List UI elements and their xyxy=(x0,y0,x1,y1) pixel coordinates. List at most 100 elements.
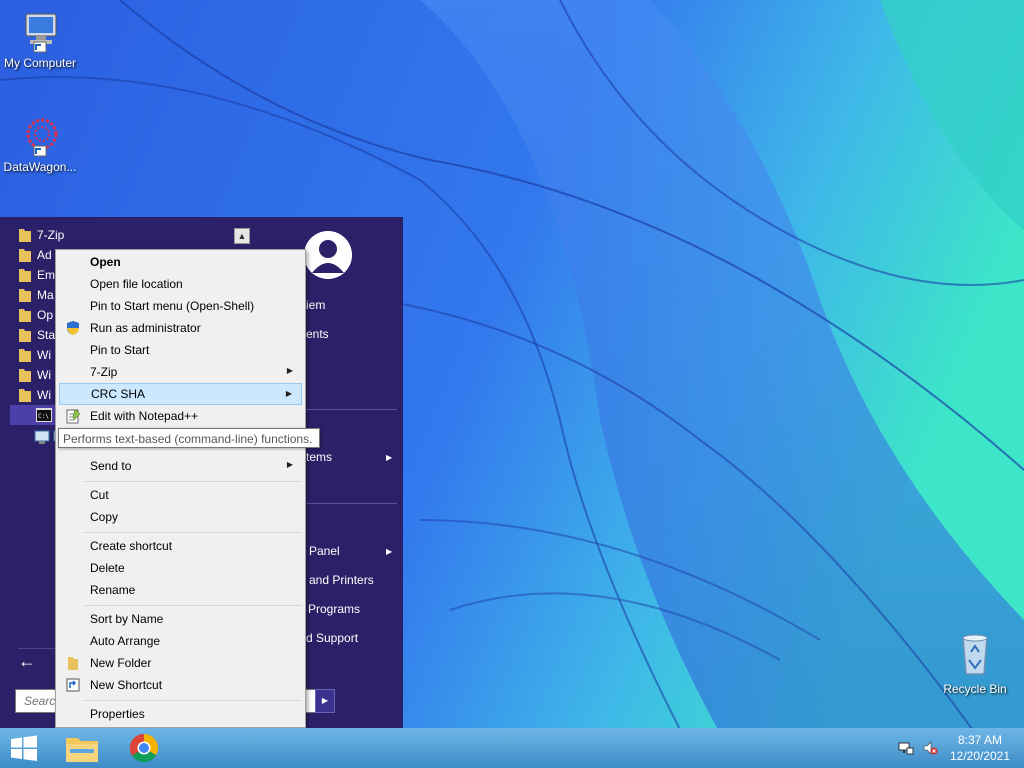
taskbar-clock[interactable]: 8:37 AM 12/20/2021 xyxy=(944,732,1016,764)
menu-item-label: Sort by Name xyxy=(90,612,164,626)
menu-item-edit-with-notepadpp[interactable]: Edit with Notepad++ xyxy=(59,405,302,427)
menu-item-label: Open xyxy=(90,255,121,269)
menu-separator xyxy=(84,481,302,482)
menu-item-label: Rename xyxy=(90,583,136,597)
program-label: Op xyxy=(37,308,54,322)
folder-icon xyxy=(19,229,31,242)
desktop-icon-label: DataWagon... xyxy=(3,160,77,174)
menu-item-pin-to-start-menu-openshell[interactable]: Pin to Start menu (Open-Shell) xyxy=(59,295,302,317)
menu-item-new-folder[interactable]: New Folder xyxy=(59,652,302,674)
right-item-control-panel[interactable]: Panel xyxy=(309,544,340,558)
desktop-icon-label: Recycle Bin xyxy=(943,682,1007,696)
command-prompt-icon: C:\ xyxy=(36,408,52,422)
right-item-user[interactable]: iem xyxy=(306,298,325,312)
file-explorer-icon xyxy=(66,738,98,762)
program-label: Ad xyxy=(37,248,52,262)
taskbar-file-explorer[interactable] xyxy=(58,730,106,766)
folder-icon xyxy=(19,389,31,402)
menu-item-new-shortcut[interactable]: New Shortcut xyxy=(59,674,302,696)
submenu-arrow-icon: ▶ xyxy=(386,453,393,462)
right-item-documents[interactable]: ents xyxy=(306,327,329,341)
right-item-recent-items[interactable]: tems xyxy=(306,450,332,464)
shield-icon xyxy=(67,321,79,335)
folder-icon xyxy=(68,657,78,670)
program-label: Sta xyxy=(37,328,56,342)
menu-item-sort-by-name[interactable]: Sort by Name xyxy=(59,608,302,630)
program-label: Wi xyxy=(37,368,51,382)
folder-icon xyxy=(19,309,31,322)
folder-icon xyxy=(19,329,31,342)
submenu-arrow-icon: ▶ xyxy=(286,366,293,375)
menu-separator xyxy=(84,532,302,533)
folder-icon xyxy=(19,269,31,282)
tooltip: Performs text-based (command-line) funct… xyxy=(58,428,320,448)
submenu-arrow-icon: ▶ xyxy=(286,460,293,469)
datawagon-icon xyxy=(26,118,58,157)
folder-icon xyxy=(19,249,31,262)
menu-item-label: Cut xyxy=(90,488,109,502)
menu-item-pin-to-start[interactable]: Pin to Start xyxy=(59,339,302,361)
menu-item-label: 7-Zip xyxy=(90,365,118,379)
remote-desktop-icon[interactable] xyxy=(34,429,50,445)
taskbar-chrome[interactable] xyxy=(120,730,168,766)
user-avatar[interactable] xyxy=(304,231,352,279)
menu-item-open[interactable]: Open xyxy=(59,251,302,273)
menu-item-label: Delete xyxy=(90,561,125,575)
menu-item-properties[interactable]: Properties xyxy=(59,703,302,725)
program-label: Em xyxy=(37,268,55,282)
menu-item-copy[interactable]: Copy xyxy=(59,506,302,528)
desktop-icon-recycle-bin[interactable]: Recycle Bin xyxy=(935,630,1015,696)
menu-item-run-as-administrator[interactable]: Run as administrator xyxy=(59,317,302,339)
right-item-default-programs[interactable]: Programs xyxy=(308,602,360,616)
menu-item-open-file-location[interactable]: Open file location xyxy=(59,273,302,295)
submenu-arrow-icon: ▶ xyxy=(285,389,292,398)
chrome-icon xyxy=(129,733,158,763)
menu-item-cut[interactable]: Cut xyxy=(59,484,302,506)
menu-item-crc-sha[interactable]: CRC SHA ▶ xyxy=(59,383,302,405)
menu-item-label: Send to xyxy=(90,459,132,473)
menu-item-label: Create shortcut xyxy=(90,539,173,553)
scroll-up-button[interactable]: ▲ xyxy=(234,228,250,244)
clock-time: 8:37 AM xyxy=(957,733,1003,747)
menu-item-label: New Shortcut xyxy=(90,678,163,692)
right-separator xyxy=(303,503,397,504)
menu-item-label: Properties xyxy=(90,707,145,721)
right-separator xyxy=(303,409,397,410)
menu-item-create-shortcut[interactable]: Create shortcut xyxy=(59,535,302,557)
desktop-icon-label: My Computer xyxy=(3,56,77,70)
volume-muted-icon[interactable] xyxy=(922,740,938,756)
menu-item-label: Run as administrator xyxy=(90,321,201,335)
right-item-devices-printers[interactable]: and Printers xyxy=(309,573,374,587)
program-label: 7-Zip xyxy=(37,228,65,242)
menu-item-label: Edit with Notepad++ xyxy=(90,409,199,423)
taskbar: 8:37 AM 12/20/2021 xyxy=(0,728,1024,768)
menu-item-label: Copy xyxy=(90,510,119,524)
menu-separator xyxy=(84,605,302,606)
shortcut-icon xyxy=(66,678,80,692)
search-go-button[interactable]: ▶ xyxy=(315,689,335,713)
menu-item-send-to[interactable]: Send to ▶ xyxy=(59,455,302,477)
menu-separator xyxy=(84,700,302,701)
clock-date: 12/20/2021 xyxy=(949,749,1011,763)
user-icon xyxy=(304,231,352,279)
back-arrow-icon: ← xyxy=(18,651,36,671)
menu-item-label: CRC SHA xyxy=(91,387,146,401)
menu-item-label: Auto Arrange xyxy=(90,634,161,648)
menu-item-7zip[interactable]: 7-Zip ▶ xyxy=(59,361,302,383)
windows-logo-icon xyxy=(11,735,37,761)
folder-icon xyxy=(19,369,31,382)
svg-text:C:\: C:\ xyxy=(38,413,49,420)
program-label: Ma xyxy=(37,288,54,302)
menu-item-auto-arrange[interactable]: Auto Arrange xyxy=(59,630,302,652)
menu-item-delete[interactable]: Delete xyxy=(59,557,302,579)
desktop-icon-datawagon[interactable]: DataWagon... xyxy=(0,114,80,174)
desktop-icon-my-computer[interactable]: My Computer xyxy=(0,10,80,70)
menu-item-rename[interactable]: Rename xyxy=(59,579,302,601)
network-icon[interactable] xyxy=(898,740,914,756)
start-button[interactable] xyxy=(0,728,48,768)
right-item-help-support[interactable]: d Support xyxy=(306,631,358,645)
folder-icon xyxy=(19,349,31,362)
submenu-arrow-icon: ▶ xyxy=(386,547,393,556)
menu-item-label: Open file location xyxy=(90,277,183,291)
program-folder-7zip[interactable]: 7-Zip xyxy=(10,225,254,245)
